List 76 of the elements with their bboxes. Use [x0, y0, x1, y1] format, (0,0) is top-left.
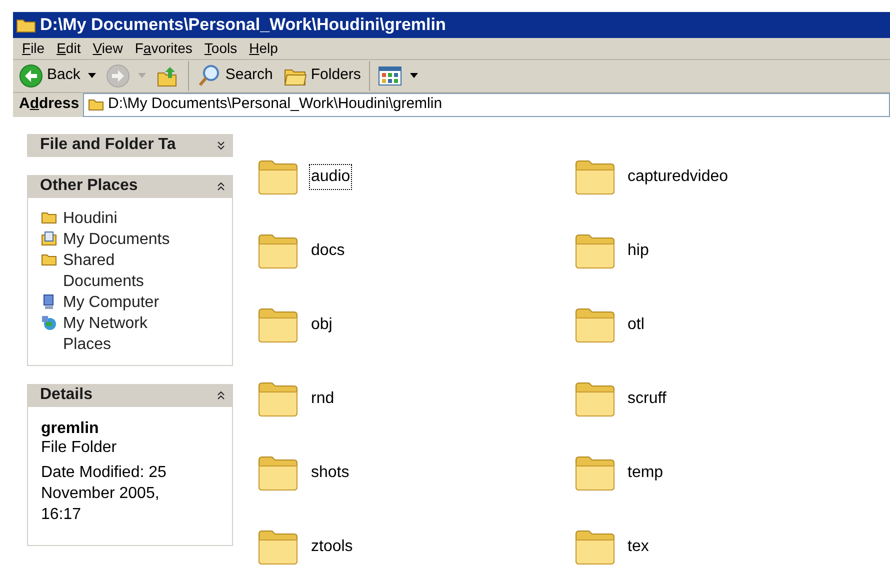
folder-icon	[257, 528, 299, 566]
menu-item[interactable]: Help	[244, 38, 283, 58]
folder-icon	[574, 528, 616, 566]
folder-icon	[574, 232, 616, 270]
folder-item[interactable]: hip	[574, 214, 890, 288]
folder-icon	[257, 380, 299, 418]
documents-folder-icon	[41, 230, 57, 246]
place-link[interactable]: Houdini	[63, 208, 118, 228]
folder-item[interactable]: otl	[574, 288, 890, 362]
folder-name: scruff	[626, 388, 668, 408]
folder-name: ztools	[310, 536, 354, 556]
caret-icon	[88, 73, 96, 78]
folder-item[interactable]: shots	[257, 436, 574, 510]
folders-button[interactable]: Folders	[280, 60, 363, 92]
folder-item[interactable]: audio	[257, 140, 574, 214]
collapse-chevron-icon[interactable]	[217, 182, 225, 190]
folder-icon	[257, 158, 299, 196]
menu-item[interactable]: File	[17, 38, 50, 58]
folder-icon	[257, 454, 299, 492]
folder-icon	[41, 210, 57, 226]
folder-name: obj	[310, 314, 334, 334]
place-link[interactable]: Shared Documents	[63, 250, 188, 292]
pane-header[interactable]: File and Folder Ta	[27, 134, 233, 156]
menu-item[interactable]: Favorites	[130, 38, 198, 58]
folder-name: capturedvideo	[626, 166, 730, 186]
pane-title: File and Folder Ta	[40, 135, 176, 155]
folder-item[interactable]: ztools	[257, 510, 574, 583]
folder-icon	[574, 158, 616, 196]
place-link[interactable]: My Documents	[63, 228, 170, 250]
caret-icon	[138, 73, 146, 78]
details-name: gremlin	[41, 418, 100, 438]
details-type: File Folder	[41, 438, 118, 456]
pane-header[interactable]: Details	[27, 384, 233, 406]
folder-name: otl	[626, 314, 646, 334]
grid-view-icon	[378, 64, 402, 88]
pane-title: Details	[40, 385, 92, 405]
folder-name: audio	[309, 164, 352, 190]
back-button[interactable]: Back	[17, 60, 98, 92]
search-icon	[197, 64, 222, 88]
expand-chevron-icon[interactable]	[217, 140, 225, 150]
folder-name: hip	[626, 240, 650, 260]
folder-icon	[88, 98, 104, 111]
folder-name: rnd	[310, 388, 336, 408]
folder-item[interactable]: rnd	[257, 362, 574, 436]
address-label: Address	[19, 94, 80, 114]
pane-header[interactable]: Other Places	[27, 174, 233, 198]
collapse-chevron-icon[interactable]	[217, 390, 225, 400]
menu-item[interactable]: Edit	[52, 38, 86, 58]
place-link[interactable]: My Computer	[63, 292, 160, 312]
search-button[interactable]: Search	[195, 60, 275, 92]
folder-icon	[41, 252, 57, 268]
folder-item[interactable]: tex	[574, 510, 890, 583]
folder-icon	[257, 306, 299, 344]
folder-name: temp	[626, 462, 664, 482]
folder-icon	[574, 454, 616, 492]
folder-icon	[16, 16, 36, 33]
folder-name: tex	[626, 536, 650, 556]
folder-item[interactable]: capturedvideo	[574, 140, 890, 214]
menu-item[interactable]: View	[88, 38, 128, 58]
pane-title: Other Places	[40, 176, 138, 196]
folder-name: docs	[310, 240, 346, 260]
folder-icon	[574, 306, 616, 344]
folder-item[interactable]: docs	[257, 214, 574, 288]
menu-item[interactable]: Tools	[199, 38, 242, 58]
folder-name: shots	[310, 462, 350, 482]
folder-icon	[257, 232, 299, 270]
folder-icon	[574, 380, 616, 418]
details-date: Date Modified: 25 November 2005, 16:17	[41, 462, 168, 524]
folder-item[interactable]: scruff	[574, 362, 890, 436]
place-link[interactable]: My Network Places	[63, 312, 188, 354]
globe-icon	[41, 314, 57, 330]
caret-icon	[410, 73, 418, 78]
folder-item[interactable]: obj	[257, 288, 574, 362]
folder-item[interactable]: temp	[574, 436, 890, 510]
address-field[interactable]: D:\My Documents\Personal_Work\Houdini\gremlin	[83, 92, 890, 116]
window-title: D:\My Documents\Personal_Work\Houdini\gremlin	[40, 14, 446, 36]
